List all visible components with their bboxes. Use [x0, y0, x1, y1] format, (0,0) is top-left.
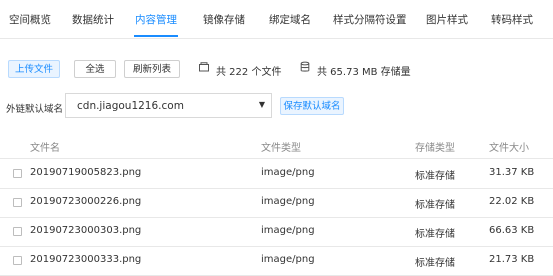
- tab-transcode-style[interactable]: 转码样式: [491, 12, 533, 27]
- tab-content-management[interactable]: 内容管理: [135, 12, 177, 27]
- tab-image-style[interactable]: 图片样式: [426, 12, 468, 27]
- select-all-button[interactable]: 全选: [74, 60, 116, 78]
- file-name[interactable]: 20190723000333.png: [30, 254, 141, 265]
- file-name[interactable]: 20190723000303.png: [30, 225, 141, 236]
- file-size: 22.02 KB: [489, 196, 535, 207]
- caret-down-icon: ▼: [258, 100, 265, 109]
- file-type: image/png: [261, 167, 315, 178]
- tab-bind-domain[interactable]: 绑定域名: [269, 12, 311, 27]
- table-row[interactable]: 20190723000303.png image/png 标准存储 66.63 …: [0, 217, 553, 247]
- file-count: 共 222 个文件: [216, 67, 282, 78]
- storage-usage: 共 65.73 MB 存储量: [317, 67, 411, 78]
- storage-type: 标准存储: [415, 258, 455, 269]
- header-file-type[interactable]: 文件类型: [261, 139, 301, 154]
- file-type: image/png: [261, 254, 315, 265]
- row-checkbox[interactable]: [13, 256, 22, 265]
- row-checkbox[interactable]: [13, 227, 22, 236]
- tab-mirror-storage[interactable]: 镜像存储: [203, 12, 245, 27]
- tab-data-statistics[interactable]: 数据统计: [72, 12, 114, 27]
- header-file-size[interactable]: 文件大小: [489, 139, 529, 154]
- file-name[interactable]: 20190723000226.png: [30, 196, 141, 207]
- tab-style-separator[interactable]: 样式分隔符设置: [333, 12, 407, 27]
- storage-type: 标准存储: [415, 229, 455, 240]
- file-size: 31.37 KB: [489, 167, 535, 178]
- row-checkbox[interactable]: [13, 169, 22, 178]
- domain-select-value: cdn.jiagou1216.com: [77, 100, 184, 112]
- table-row[interactable]: 20190723000333.png image/png 标准存储 21.73 …: [0, 246, 553, 276]
- tab-space-overview[interactable]: 空间概览: [9, 12, 51, 27]
- active-tab-indicator: [134, 35, 178, 37]
- table-header: 文件名 文件类型 存储类型 文件大小: [0, 132, 553, 159]
- storage-type: 标准存储: [415, 200, 455, 211]
- file-size: 66.63 KB: [489, 225, 535, 236]
- table-row[interactable]: 20190723000226.png image/png 标准存储 22.02 …: [0, 188, 553, 218]
- database-icon: [300, 61, 310, 72]
- default-domain-label: 外链默认域名: [6, 104, 64, 115]
- folder-icon: [199, 62, 209, 72]
- header-storage-type[interactable]: 存储类型: [415, 139, 455, 154]
- file-name[interactable]: 20190719005823.png: [30, 167, 141, 178]
- refresh-list-button[interactable]: 刷新列表: [124, 60, 180, 78]
- upload-file-button[interactable]: 上传文件: [8, 60, 60, 78]
- file-type: image/png: [261, 225, 315, 236]
- file-size: 21.73 KB: [489, 254, 535, 265]
- row-checkbox[interactable]: [13, 198, 22, 207]
- storage-type: 标准存储: [415, 171, 455, 182]
- file-type: image/png: [261, 196, 315, 207]
- tab-bar: 空间概览 数据统计 内容管理 镜像存储 绑定域名 样式分隔符设置 图片样式 转码…: [0, 0, 553, 39]
- table-row[interactable]: 20190719005823.png image/png 标准存储 31.37 …: [0, 159, 553, 189]
- save-default-domain-button[interactable]: 保存默认域名: [280, 97, 344, 115]
- domain-select[interactable]: cdn.jiagou1216.com ▼: [65, 93, 272, 118]
- header-file-name[interactable]: 文件名: [30, 139, 60, 154]
